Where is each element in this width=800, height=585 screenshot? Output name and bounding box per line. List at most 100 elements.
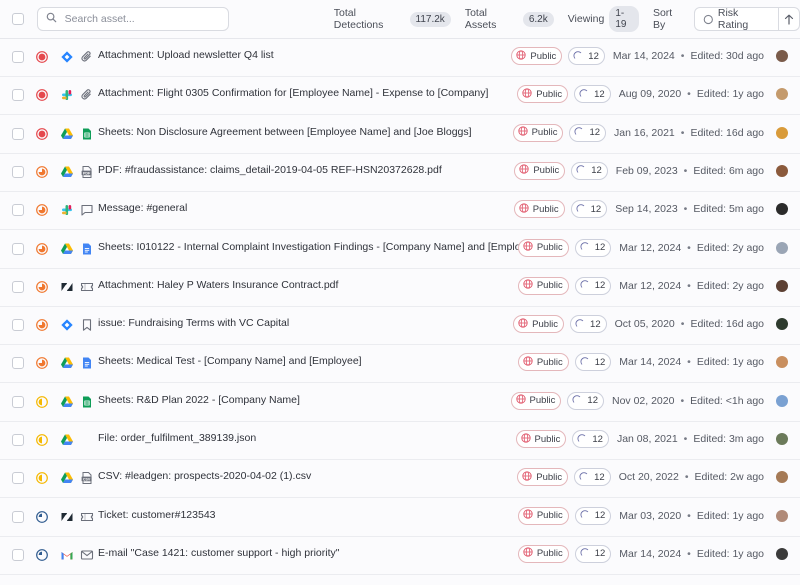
total-detections-stat: Total Detections 117.2k: [334, 7, 451, 31]
owner-avatar[interactable]: [776, 126, 788, 139]
search-input[interactable]: [62, 12, 217, 26]
asset-row[interactable]: Attachment: Flight 0305 Confirmation for…: [0, 76, 800, 116]
asset-row[interactable]: Sheets: I010122 - Internal Complaint Inv…: [0, 230, 800, 269]
asset-title[interactable]: Sheets: Medical Test - [Company Name] an…: [98, 355, 362, 367]
collaborators-badge: 12: [574, 544, 612, 563]
owner-avatar[interactable]: [776, 88, 788, 101]
owner-avatar[interactable]: [776, 318, 788, 331]
asset-title[interactable]: Sheets: R&D Plan 2022 - [Company Name]: [98, 394, 300, 406]
visibility-label: Public: [536, 242, 563, 253]
asset-date: Mar 14, 2024: [619, 547, 682, 560]
edited-time: Edited: <1h ago: [690, 394, 764, 407]
asset-title[interactable]: Message: #general: [98, 202, 187, 214]
row-checkbox[interactable]: [12, 242, 24, 255]
owner-avatar[interactable]: [776, 203, 788, 216]
asset-title[interactable]: Sheets: I010122 - Internal Complaint Inv…: [98, 241, 540, 253]
collaborators-badge: 12: [574, 85, 611, 104]
jira-icon: [60, 318, 74, 332]
edited-time: Edited: 1y ago: [696, 88, 764, 101]
separator-dot: •: [683, 203, 688, 216]
users-icon: [573, 50, 588, 63]
sort-select[interactable]: Risk Rating: [694, 7, 779, 31]
visibility-label: Public: [529, 395, 556, 407]
users-icon: [575, 318, 590, 331]
owner-avatar[interactable]: [776, 164, 788, 177]
asset-title[interactable]: Ticket: customer#123543: [98, 509, 216, 521]
total-detections-count: 117.2k: [409, 11, 451, 27]
zendesk-icon: [60, 510, 74, 524]
separator-dot: •: [683, 164, 688, 177]
edited-time: Edited: 1y ago: [696, 547, 764, 560]
asset-title[interactable]: issue: Fundraising Terms with VC Capital: [98, 317, 289, 329]
owner-avatar[interactable]: [776, 433, 788, 445]
separator-dot: •: [683, 433, 688, 445]
csv-icon: CSV: [80, 471, 94, 485]
edited-time: Edited: 16d ago: [690, 318, 764, 331]
row-checkbox[interactable]: [12, 510, 24, 523]
asset-row[interactable]: Ticket: customer#123543 Public 12 Mar 03…: [0, 498, 800, 537]
email-icon: [80, 548, 94, 562]
docs-icon: [80, 242, 94, 256]
row-checkbox[interactable]: [12, 89, 24, 102]
row-checkbox[interactable]: [12, 434, 24, 446]
visibility-badge: Public: [513, 200, 565, 219]
row-checkbox[interactable]: [12, 165, 24, 178]
asset-title[interactable]: PDF: #fraudassistance: claims_detail-201…: [98, 164, 442, 176]
row-checkbox[interactable]: [12, 204, 24, 217]
globe-icon: [517, 126, 532, 139]
separator-dot: •: [680, 126, 685, 139]
owner-avatar[interactable]: [776, 547, 788, 560]
asset-title[interactable]: File: order_fulfilment_389139.json: [98, 432, 256, 444]
asset-row[interactable]: CSV CSV: #leadgen: prospects-2020-04-02 …: [0, 459, 800, 499]
asset-title[interactable]: Attachment: Upload newsletter Q4 list: [98, 49, 274, 61]
asset-row[interactable]: File: order_fulfilment_389139.json Publi…: [0, 421, 800, 460]
row-checkbox[interactable]: [12, 319, 24, 332]
collaborators-count: 12: [594, 280, 606, 292]
row-checkbox[interactable]: [12, 51, 24, 63]
row-checkbox[interactable]: [12, 395, 24, 408]
sort-value: Risk Rating: [717, 7, 749, 31]
asset-title[interactable]: Attachment: Flight 0305 Confirmation for…: [98, 87, 488, 99]
search-box[interactable]: [36, 7, 229, 31]
asset-row[interactable]: E-mail "Case 1421: customer support - hi…: [0, 536, 800, 575]
google-drive-icon: [60, 433, 74, 447]
asset-title[interactable]: Attachment: Haley P Waters Insurance Con…: [98, 279, 338, 291]
row-checkbox[interactable]: [12, 127, 24, 140]
asset-row[interactable]: issue: Fundraising Terms with VC Capital…: [0, 306, 800, 346]
edited-time: Edited: 3m ago: [693, 433, 764, 445]
owner-avatar[interactable]: [776, 279, 788, 292]
asset-row[interactable]: Sheets: Non Disclosure Agreement between…: [0, 115, 800, 154]
separator-dot: •: [680, 318, 685, 331]
globe-icon: [523, 279, 537, 292]
asset-row[interactable]: PDF PDF: #fraudassistance: claims_detail…: [0, 153, 800, 192]
asset-row[interactable]: Sheets: Medical Test - [Company Name] an…: [0, 344, 800, 384]
google-drive-icon: [60, 127, 74, 141]
separator-dot: •: [680, 394, 685, 407]
globe-icon: [520, 432, 535, 446]
select-all-checkbox[interactable]: [12, 13, 24, 25]
owner-avatar[interactable]: [776, 509, 788, 522]
separator-dot: •: [684, 471, 689, 484]
row-checkbox[interactable]: [12, 472, 24, 485]
row-checkbox[interactable]: [12, 357, 24, 370]
asset-row[interactable]: Message: #general Public 12 Sep 14, 2023…: [0, 191, 800, 231]
asset-row[interactable]: Attachment: Upload newsletter Q4 list Pu…: [0, 38, 800, 77]
asset-row[interactable]: Sheets: R&D Plan 2022 - [Company Name] P…: [0, 383, 800, 422]
asset-title[interactable]: Sheets: Non Disclosure Agreement between…: [98, 126, 472, 138]
asset-row[interactable]: Attachment: Haley P Waters Insurance Con…: [0, 268, 800, 307]
owner-avatar[interactable]: [776, 394, 788, 407]
owner-avatar[interactable]: [776, 471, 788, 484]
sort-direction-button[interactable]: [778, 7, 800, 31]
owner-avatar[interactable]: [776, 241, 788, 254]
row-checkbox[interactable]: [12, 280, 24, 293]
attachment-icon: [80, 88, 94, 102]
visibility-badge: Public: [517, 544, 569, 563]
owner-avatar[interactable]: [776, 356, 788, 369]
owner-avatar[interactable]: [776, 50, 788, 62]
users-icon: [572, 394, 587, 407]
asset-title[interactable]: CSV: #leadgen: prospects-2020-04-02 (1).…: [98, 470, 311, 482]
row-checkbox[interactable]: [12, 548, 24, 561]
collaborators-count: 12: [594, 242, 606, 253]
asset-title[interactable]: E-mail "Case 1421: customer support - hi…: [98, 547, 339, 559]
risk-critical-icon: [36, 89, 48, 102]
